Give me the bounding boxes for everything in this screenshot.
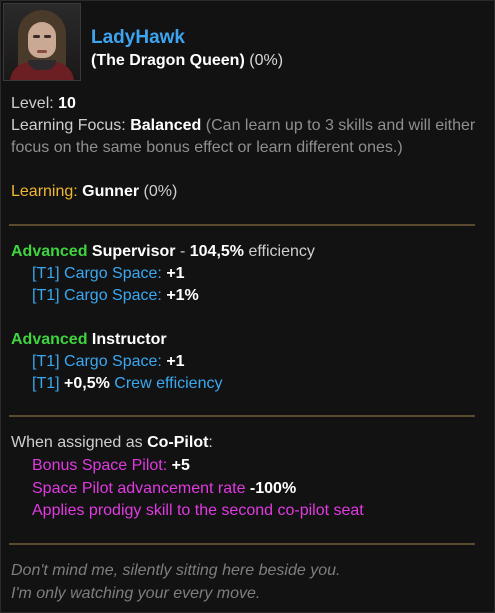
learning-row: Learning: Gunner (0%): [11, 181, 177, 203]
skill-tier: Advanced: [11, 331, 88, 348]
copilot-header: When assigned as Co-Pilot:: [11, 432, 213, 454]
copilot-intro: When assigned as: [11, 434, 143, 451]
learning-focus-value: Balanced: [130, 117, 202, 134]
effect-tier-tag: [T1]: [32, 265, 60, 282]
crew-title-text: (The Dragon Queen): [91, 52, 245, 69]
skill-effect: [T1] Cargo Space: +1: [32, 263, 185, 285]
copilot-bonus-text: Bonus Space Pilot:: [32, 457, 168, 474]
effect-value: +0,5%: [64, 375, 110, 392]
effect-text: Crew efficiency: [114, 375, 223, 392]
effect-value: +1: [166, 265, 185, 282]
skill-effect: [T1] +0,5% Crew efficiency: [32, 373, 222, 395]
divider: [9, 224, 475, 226]
skill-efficiency-value: 104,5%: [189, 243, 245, 260]
crew-tooltip: LadyHawk (The Dragon Queen) (0%) Level: …: [0, 0, 495, 613]
effect-value: +1%: [166, 287, 199, 304]
skill-name: Instructor: [91, 331, 167, 348]
effect-text: Cargo Space:: [64, 265, 162, 282]
effect-text: Cargo Space:: [64, 287, 162, 304]
skill-header: Advanced Supervisor - 104,5% efficiency: [11, 241, 315, 263]
skill-name: Supervisor: [91, 243, 176, 260]
copilot-role: Co-Pilot: [147, 434, 209, 451]
learning-focus-label: Learning Focus:: [11, 117, 126, 134]
copilot-bonus-text: Space Pilot advancement rate: [32, 480, 246, 497]
learning-label: Learning:: [11, 183, 78, 200]
skill-suffix-prefix: -: [179, 243, 190, 260]
copilot-colon: :: [208, 434, 213, 451]
copilot-bonus-value: -100%: [249, 480, 297, 497]
crew-name: LadyHawk: [91, 27, 185, 48]
effect-text: Cargo Space:: [64, 353, 162, 370]
effect-tier-tag: [T1]: [32, 353, 60, 370]
skill-tier: Advanced: [11, 243, 88, 260]
copilot-bonus-value: +5: [171, 457, 190, 474]
divider: [9, 543, 475, 545]
copilot-bonus: Space Pilot advancement rate -100%: [32, 478, 296, 500]
effect-tier-tag: [T1]: [32, 287, 60, 304]
copilot-bonus: Bonus Space Pilot: +5: [32, 455, 190, 477]
level-label: Level:: [11, 95, 54, 112]
level-value: 10: [58, 95, 76, 112]
copilot-bonus: Applies prodigy skill to the second co-p…: [32, 500, 364, 522]
crew-title-pct: (0%): [249, 52, 284, 69]
learning-skill: Gunner: [82, 183, 140, 200]
learning-focus-row: Learning Focus: Balanced (Can learn up t…: [11, 115, 481, 159]
effect-tier-tag: [T1]: [32, 375, 60, 392]
skill-effect: [T1] Cargo Space: +1: [32, 351, 185, 373]
skill-effect: [T1] Cargo Space: +1%: [32, 285, 199, 307]
flavor-text: I'm only watching your every move.: [11, 585, 261, 602]
learning-pct: (0%): [143, 183, 178, 200]
skill-header: Advanced Instructor: [11, 329, 167, 351]
copilot-bonus-text: Applies prodigy skill to the second co-p…: [32, 502, 364, 519]
skill-efficiency-word: efficiency: [248, 243, 315, 260]
level-row: Level: 10: [11, 93, 76, 115]
flavor-text: Don't mind me, silently sitting here bes…: [11, 562, 341, 579]
crew-title: (The Dragon Queen) (0%): [91, 52, 283, 70]
effect-value: +1: [166, 353, 185, 370]
divider: [9, 415, 475, 417]
crew-portrait-icon: [3, 3, 81, 81]
